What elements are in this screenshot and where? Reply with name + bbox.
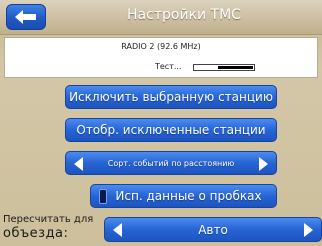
triangle-right-icon[interactable] (304, 223, 313, 237)
title-bar: Настройки TMC (0, 0, 322, 35)
show-excluded-label: Отобр. исключенные станции (76, 123, 266, 137)
test-label: Тест... (155, 62, 182, 71)
recalc-detour-value: Авто (198, 222, 228, 237)
exclude-station-label: Исключить выбранную станцию (69, 90, 273, 104)
triangle-right-icon[interactable] (259, 157, 268, 171)
sort-events-selector[interactable]: Сорт. событий по расстоянию (65, 151, 277, 175)
use-traffic-data-toggle[interactable]: Исп. данные о пробках (90, 184, 277, 208)
arrow-left-icon (15, 10, 37, 24)
recalc-detour-selector[interactable]: Авто (104, 217, 322, 242)
signal-strength-fill (218, 66, 253, 69)
exclude-station-button[interactable]: Исключить выбранную станцию (65, 85, 277, 109)
recalc-label-line2: объезда: (3, 226, 69, 241)
sort-events-value: Сорт. событий по расстоянию (107, 158, 235, 168)
recalc-label-line1: Пересчитать для (3, 214, 94, 225)
toggle-indicator-icon (99, 189, 107, 204)
triangle-left-icon[interactable] (74, 157, 83, 171)
show-excluded-stations-button[interactable]: Отобр. исключенные станции (65, 118, 277, 142)
back-button[interactable] (6, 4, 46, 30)
triangle-left-icon[interactable] (113, 223, 122, 237)
station-info-panel: RADIO 2 (92.6 MHz) Тест... (4, 37, 318, 78)
signal-strength-bar (193, 64, 255, 71)
recalc-detour-label: Пересчитать для объезда: (3, 213, 111, 241)
use-traffic-label: Исп. данные о пробках (115, 189, 262, 203)
page-title: Настройки TMC (127, 7, 241, 23)
station-name: RADIO 2 (92.6 MHz) (121, 42, 201, 51)
